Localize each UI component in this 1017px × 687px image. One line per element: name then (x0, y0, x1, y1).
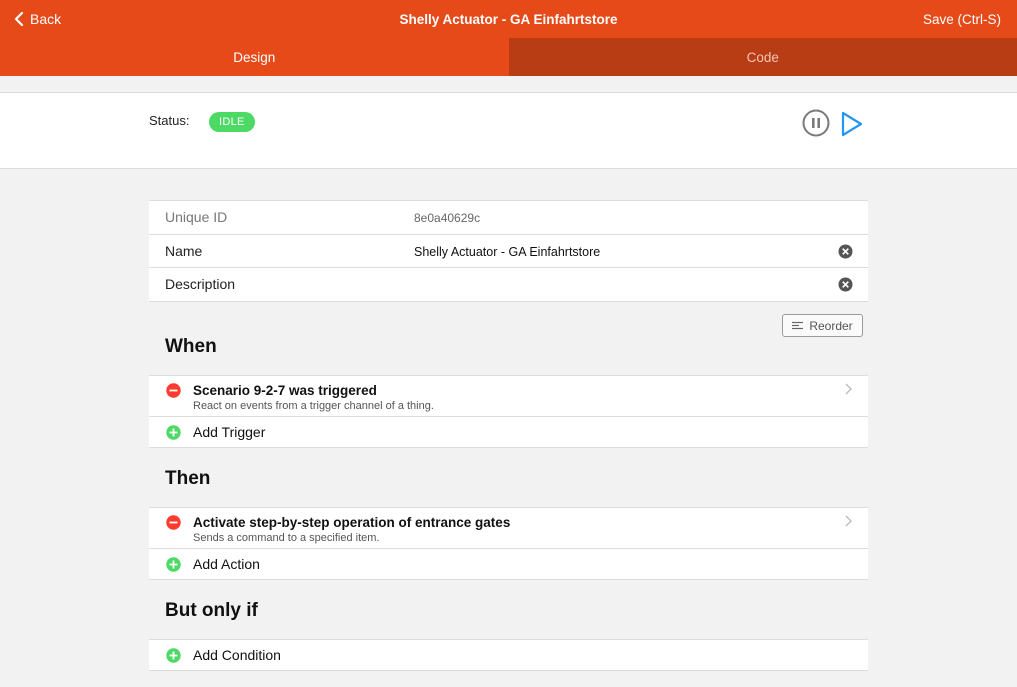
chevron-right-icon (845, 383, 852, 395)
action-subtitle: Sends a command to a specified item. (193, 532, 380, 544)
name-label: Name (165, 242, 203, 259)
then-heading: Then (165, 468, 211, 489)
but-only-if-heading: But only if (165, 600, 258, 621)
tab-bar: Design Code (0, 38, 1017, 76)
then-block: Activate step-by-step operation of entra… (149, 507, 868, 580)
when-block: Scenario 9-2-7 was triggered React on ev… (149, 375, 868, 448)
add-condition-button[interactable]: Add Condition (149, 640, 868, 671)
status-badge: IDLE (209, 112, 255, 132)
uid-value: 8e0a40629c (414, 211, 481, 225)
uid-label: Unique ID (165, 209, 228, 225)
add-condition-label: Add Condition (193, 647, 281, 663)
add-condition-icon (166, 648, 181, 663)
add-action-button[interactable]: Add Action (149, 549, 868, 580)
remove-trigger-icon[interactable] (166, 383, 181, 398)
navbar: Back Shelly Actuator - GA Einfahrtstore … (0, 0, 1017, 38)
save-button[interactable]: Save (Ctrl-S) (923, 12, 1001, 27)
clear-description-icon[interactable] (838, 277, 853, 292)
status-label: Status: (149, 113, 190, 128)
trigger-title: Scenario 9-2-7 was triggered (193, 383, 377, 398)
add-action-label: Add Action (193, 556, 260, 572)
uid-row: Unique ID 8e0a40629c (149, 201, 868, 235)
status-panel: Status: IDLE (0, 92, 1017, 169)
description-row[interactable]: Description (149, 268, 868, 302)
trigger-item[interactable]: Scenario 9-2-7 was triggered React on ev… (149, 376, 868, 417)
pause-button[interactable] (802, 109, 830, 137)
page-title: Shelly Actuator - GA Einfahrtstore (399, 12, 618, 27)
trigger-subtitle: React on events from a trigger channel o… (193, 400, 434, 412)
add-action-icon (166, 557, 181, 572)
action-title: Activate step-by-step operation of entra… (193, 515, 511, 530)
name-field[interactable]: Shelly Actuator - GA Einfahrtstore (414, 245, 600, 259)
clear-name-icon[interactable] (838, 244, 853, 259)
reorder-label: Reorder (809, 318, 853, 333)
description-label: Description (165, 276, 236, 292)
name-row[interactable]: Name Shelly Actuator - GA Einfahrtstore (149, 235, 868, 268)
add-trigger-button[interactable]: Add Trigger (149, 417, 868, 448)
tab-design[interactable]: Design (0, 38, 509, 76)
remove-action-icon[interactable] (166, 515, 181, 530)
chevron-right-icon (845, 515, 852, 527)
play-button[interactable] (840, 111, 864, 137)
add-trigger-icon (166, 425, 181, 440)
reorder-icon (792, 321, 804, 330)
rule-info-list: Unique ID 8e0a40629c Name Shelly Actuato… (149, 200, 868, 302)
when-heading: When (165, 336, 217, 357)
add-trigger-label: Add Trigger (193, 424, 266, 440)
but-only-if-block: Add Condition (149, 639, 868, 671)
reorder-button[interactable]: Reorder (782, 314, 863, 337)
tab-code[interactable]: Code (508, 38, 1017, 76)
action-item[interactable]: Activate step-by-step operation of entra… (149, 508, 868, 549)
